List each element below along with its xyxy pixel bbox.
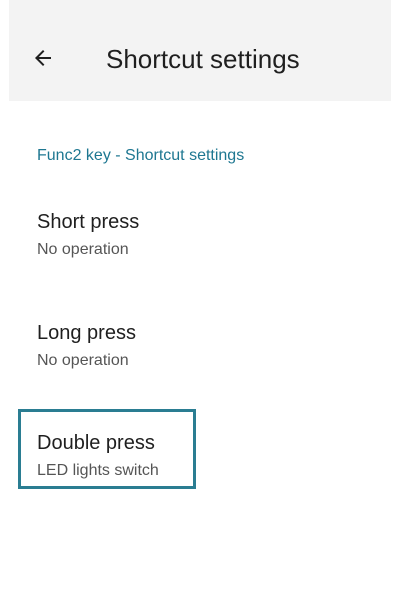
short-press-summary: No operation	[37, 241, 129, 258]
settings-screen: Shortcut settings Func2 key - Shortcut s…	[9, 0, 391, 592]
double-press-title: Double press	[37, 432, 155, 454]
long-press-item[interactable]: Long press No operation	[27, 320, 367, 396]
short-press-item[interactable]: Short press No operation	[27, 209, 367, 285]
double-press-item[interactable]: Double press LED lights switch	[27, 430, 367, 506]
double-press-summary: LED lights switch	[37, 462, 159, 479]
back-button[interactable]	[23, 38, 63, 78]
section-header: Func2 key - Shortcut settings	[37, 147, 245, 164]
long-press-title: Long press	[37, 322, 136, 344]
short-press-title: Short press	[37, 211, 140, 233]
long-press-summary: No operation	[37, 352, 129, 369]
page-title: Shortcut settings	[106, 44, 300, 74]
arrow-left-icon	[35, 50, 51, 66]
app-bar: Shortcut settings	[9, 0, 391, 101]
